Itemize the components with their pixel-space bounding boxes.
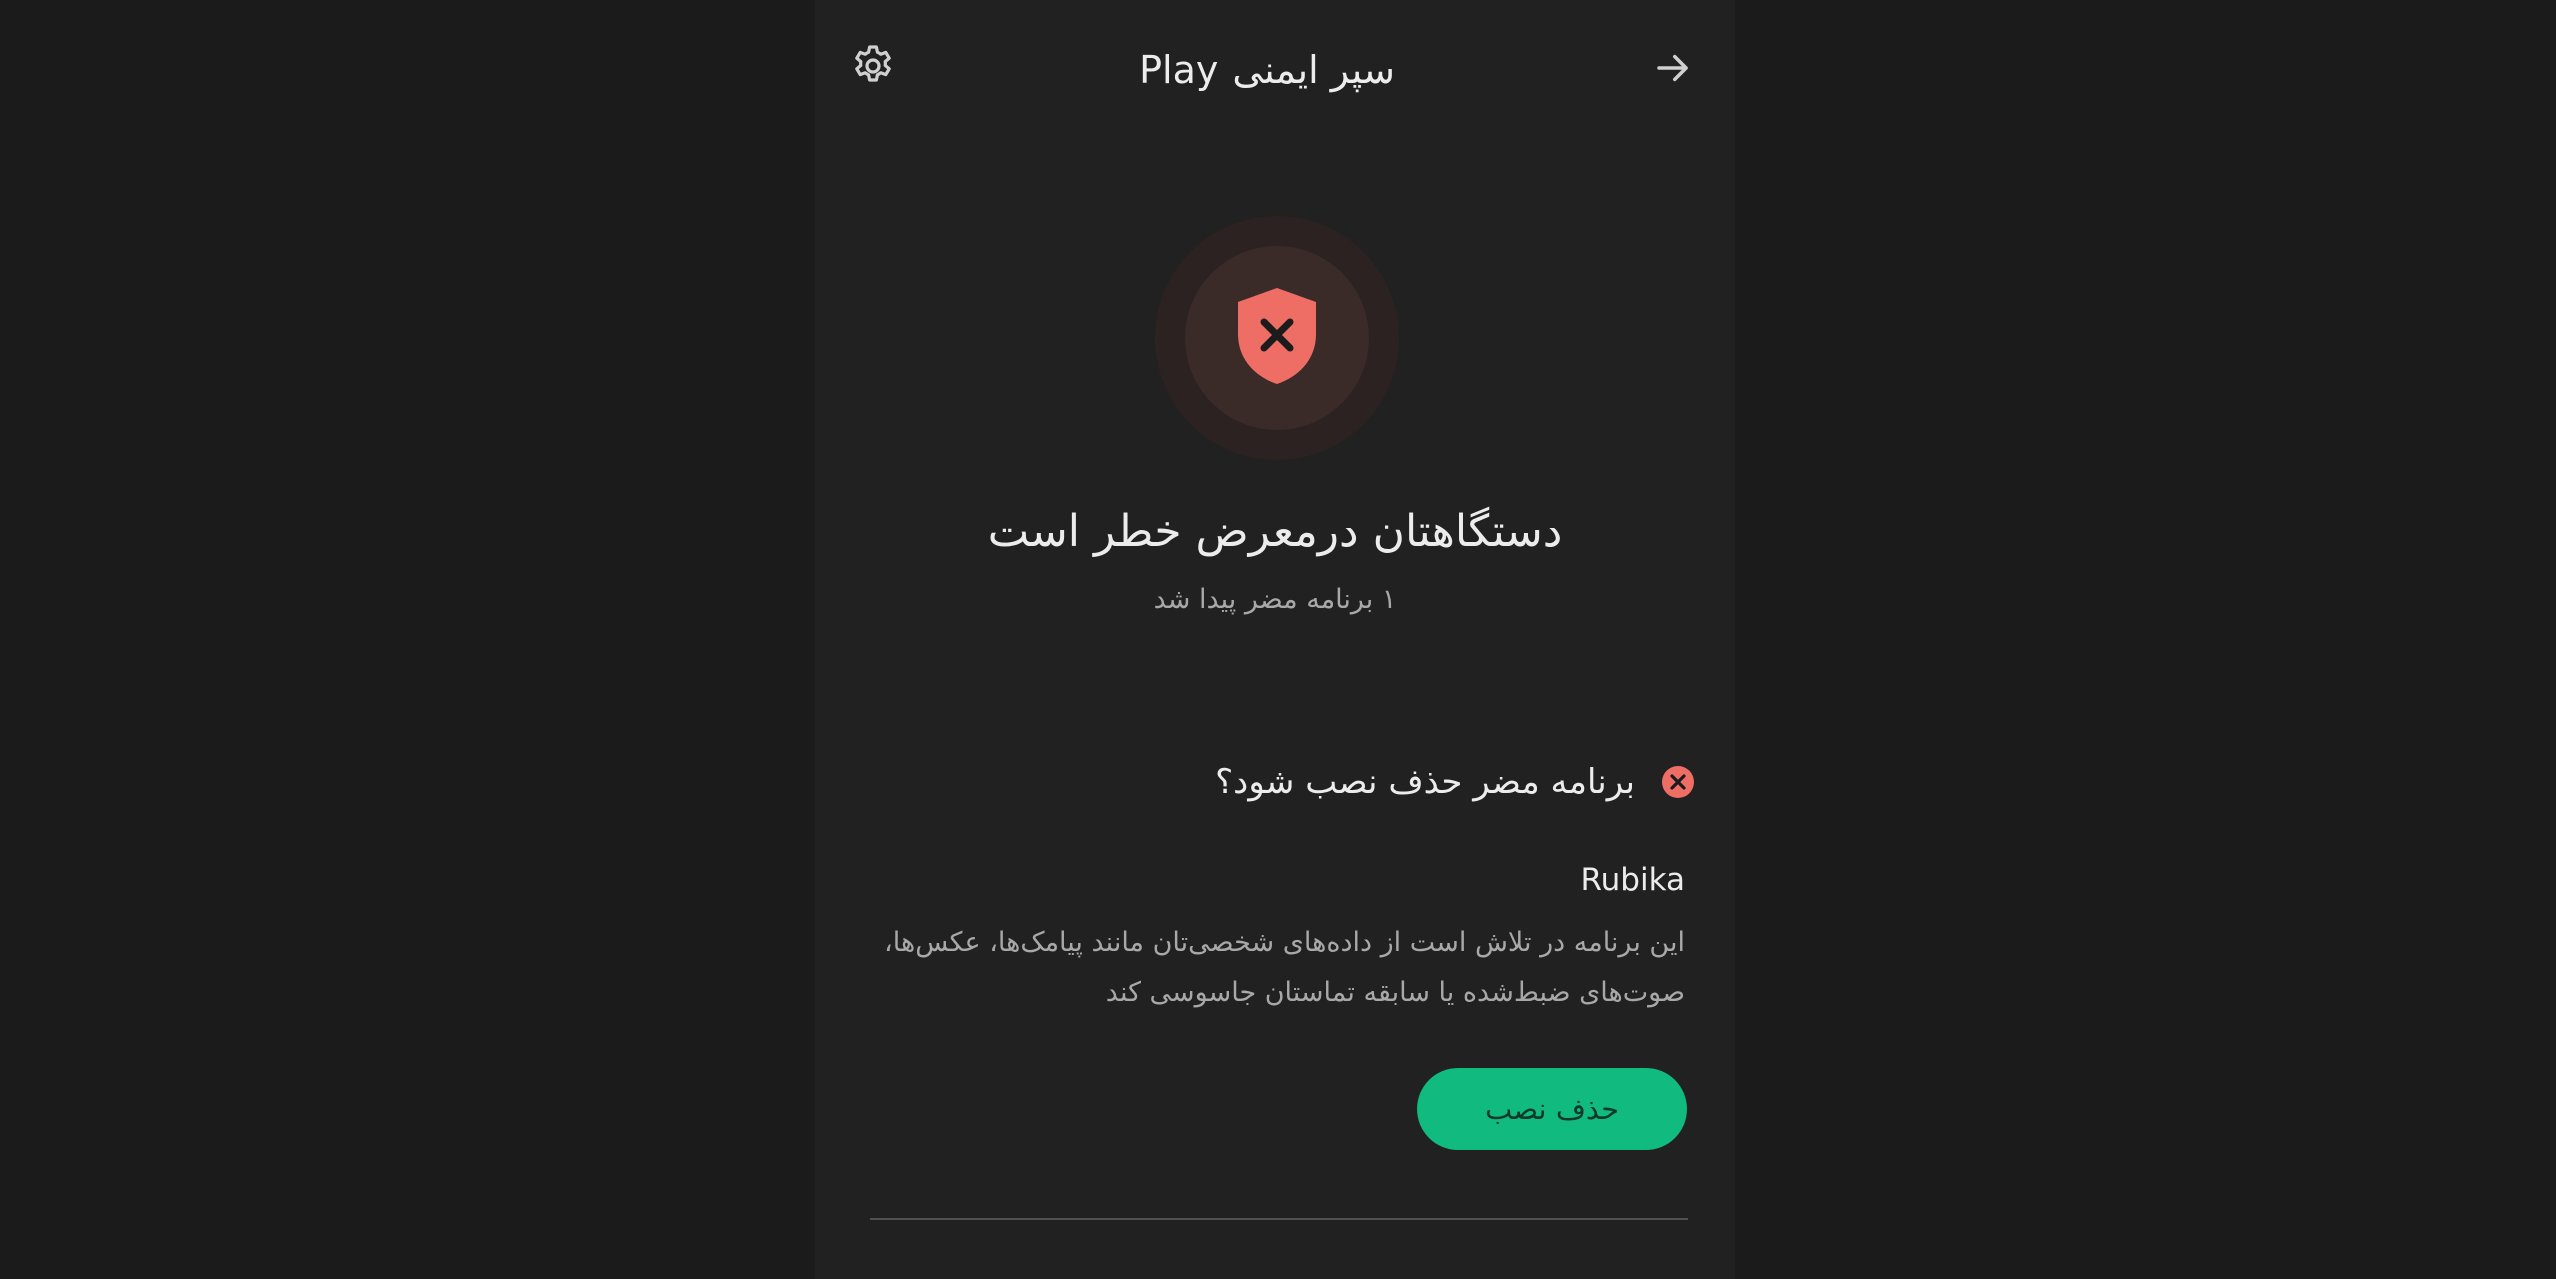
gear-icon <box>849 42 897 94</box>
uninstall-question: برنامه مضر حذف نصب شود؟ <box>1215 752 1695 812</box>
question-text: برنامه مضر حذف نصب شود؟ <box>1215 762 1635 802</box>
error-icon <box>1661 765 1695 799</box>
harmful-app-name: Rubika <box>1580 862 1686 898</box>
status-headline: دستگاهتان درمعرض خطر است <box>987 506 1563 557</box>
status-icon-halo <box>1155 216 1399 460</box>
status-subline: ۱ برنامه مضر پیدا شد <box>1153 584 1397 615</box>
arrow-right-icon <box>1652 47 1694 93</box>
page-title: سپر ایمنی Play <box>1115 40 1395 100</box>
right-backdrop <box>1735 0 2556 1279</box>
title-brand: Play <box>1139 48 1219 92</box>
left-backdrop <box>0 0 815 1279</box>
back-button[interactable] <box>1645 42 1701 98</box>
shield-x-icon <box>1232 284 1322 392</box>
settings-button[interactable] <box>845 40 901 96</box>
play-protect-screen: سپر ایمنی Play دستگاهتان درمعرض خطر است ۱… <box>815 0 1735 1279</box>
uninstall-button[interactable]: حذف نصب <box>1417 1068 1687 1150</box>
divider <box>870 1218 1688 1220</box>
title-text: سپر ایمنی <box>1232 48 1395 92</box>
threat-description: این برنامه در تلاش است از داده‌های شخصی‌… <box>884 927 1685 1008</box>
